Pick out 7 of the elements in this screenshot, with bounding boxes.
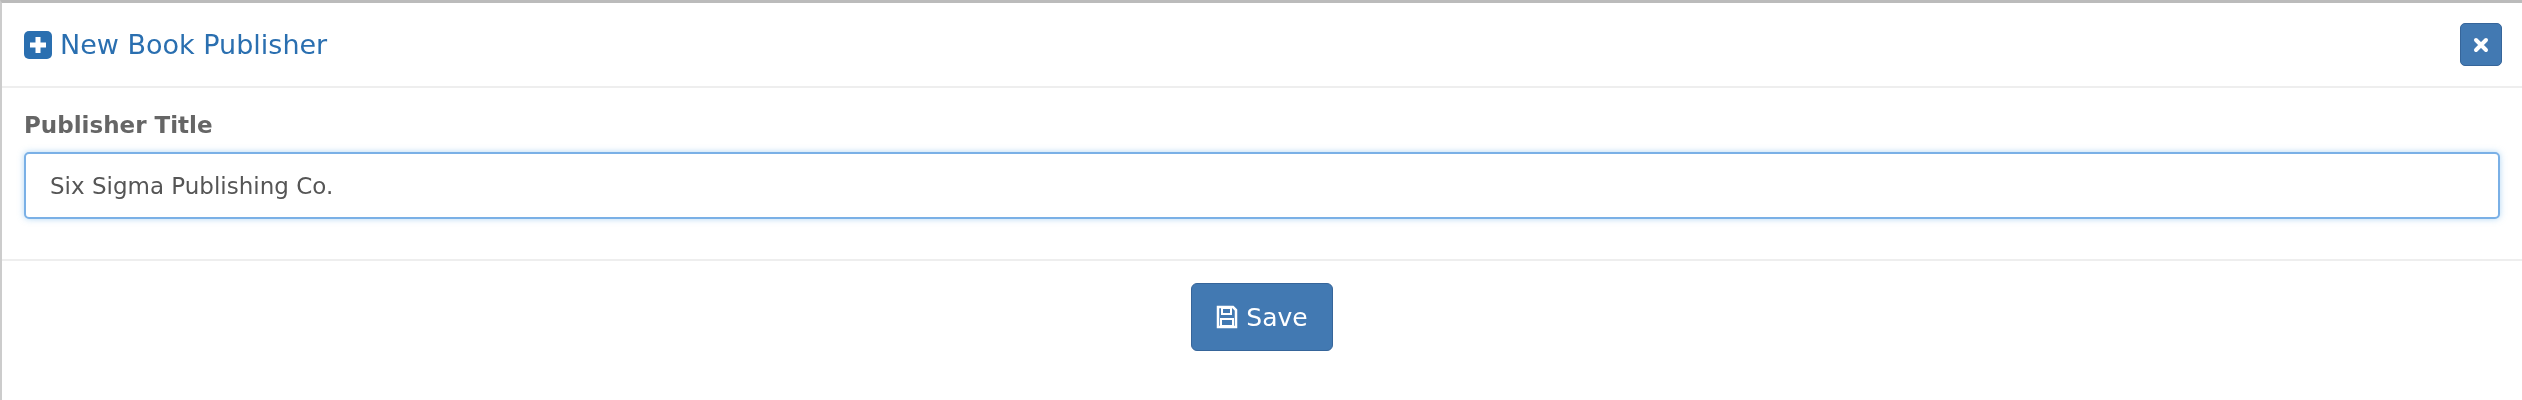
close-button[interactable]: [2460, 23, 2502, 66]
dialog-title: New Book Publisher: [60, 29, 328, 60]
close-icon: [2473, 36, 2489, 53]
field-label: Publisher Title: [24, 112, 214, 138]
save-button[interactable]: Save: [1191, 283, 1333, 351]
plus-icon: [24, 30, 52, 59]
publisher-title-field[interactable]: Six Sigma Publishing Co.: [24, 152, 2500, 219]
